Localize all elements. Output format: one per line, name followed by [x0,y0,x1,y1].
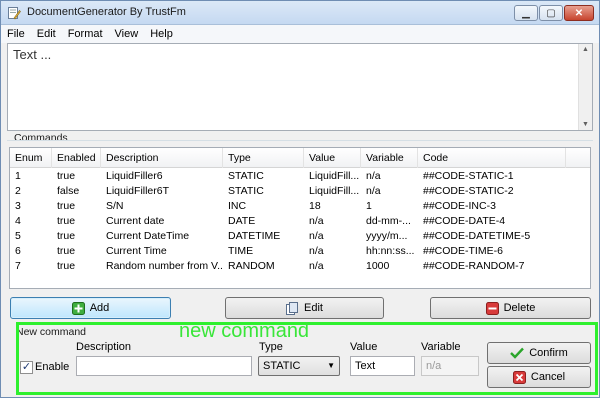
table-row[interactable]: 1 true LiquidFiller6 STATIC LiquidFill..… [10,169,590,184]
cell-code: ##CODE-DATE-4 [423,215,506,227]
table-header: Enum Enabled Description Type Value Vari… [10,148,590,168]
cell-enum: 5 [15,230,21,242]
annotation-caption: new command [179,320,310,342]
title-bar: DocumentGenerator By TrustFm ▁ ▢ ✕ [1,1,599,25]
menu-view[interactable]: View [109,28,145,40]
cell-code: ##CODE-RANDOM-7 [423,260,525,272]
cell-value: n/a [309,215,324,227]
cell-type: STATIC [228,185,264,197]
document-edit-icon [8,7,21,20]
delete-button[interactable]: Delete [430,297,591,319]
cell-enum: 4 [15,215,21,227]
cell-variable: 1000 [366,260,390,272]
cell-type: RANDOM [228,260,275,272]
app-window: DocumentGenerator By TrustFm ▁ ▢ ✕ File … [0,0,600,398]
table-row[interactable]: 5 true Current DateTime DATETIME n/a yyy… [10,229,590,244]
column-header-variable[interactable]: Variable [361,148,418,168]
add-button[interactable]: Add [10,297,171,319]
cell-type: INC [228,200,247,212]
commands-group-label: Commands [14,132,68,144]
scroll-up-arrow-icon[interactable]: ▲ [582,46,589,53]
cell-description: Current Time [106,245,167,257]
delete-icon [485,301,499,315]
edit-icon [286,301,299,315]
cell-variable: n/a [366,170,381,182]
cell-description: Current DateTime [106,230,190,242]
cell-value: LiquidFill... [309,185,360,197]
column-header-value[interactable]: Value [304,148,361,168]
cell-enum: 3 [15,200,21,212]
add-button-label: Add [89,302,110,314]
edit-button[interactable]: Edit [225,297,384,319]
cell-value: 18 [309,200,321,212]
cell-code: ##CODE-DATETIME-5 [423,230,531,242]
cell-enabled: true [57,200,76,212]
menu-file[interactable]: File [1,28,31,40]
cell-description: LiquidFiller6T [106,185,170,197]
cell-type: STATIC [228,170,264,182]
cell-enum: 2 [15,185,21,197]
cell-value: n/a [309,260,324,272]
add-icon [71,301,85,315]
column-header-enum[interactable]: Enum [10,148,52,168]
column-header-description[interactable]: Description [101,148,223,168]
cell-value: n/a [309,230,324,242]
cell-enum: 6 [15,245,21,257]
cell-variable: dd-mm-... [366,215,411,227]
table-row[interactable]: 6 true Current Time TIME n/a hh:nn:ss...… [10,244,590,259]
document-text: Text ... [13,47,52,62]
table-row[interactable]: 3 true S/N INC 18 1 ##CODE-INC-3 [10,199,590,214]
cell-code: ##CODE-STATIC-1 [423,170,514,182]
menu-bar: File Edit Format View Help [1,25,599,43]
cell-code: ##CODE-INC-3 [423,200,496,212]
column-header-type[interactable]: Type [223,148,304,168]
vertical-scrollbar[interactable]: ▲ ▼ [578,44,592,130]
commands-group-divider [7,140,593,141]
cell-description: Random number from V... [106,260,223,272]
cell-enabled: true [57,245,76,257]
window-title: DocumentGenerator By TrustFm [27,6,186,18]
close-button[interactable]: ✕ [564,5,594,21]
cell-description: LiquidFiller6 [106,170,163,182]
cell-enum: 1 [15,170,21,182]
cell-code: ##CODE-STATIC-2 [423,185,514,197]
delete-button-label: Delete [503,302,536,314]
cell-description: S/N [106,200,124,212]
maximize-button[interactable]: ▢ [539,5,563,21]
column-header-enabled[interactable]: Enabled [52,148,101,168]
column-header-code[interactable]: Code [418,148,566,168]
cell-variable: hh:nn:ss... [366,245,415,257]
cell-value: n/a [309,245,324,257]
cell-enabled: true [57,170,76,182]
cell-enabled: true [57,215,76,227]
cell-enabled: false [57,185,80,197]
table-row[interactable]: 7 true Random number from V... RANDOM n/… [10,259,590,274]
menu-help[interactable]: Help [144,28,179,40]
cell-type: DATE [228,215,256,227]
cell-type: TIME [228,245,254,257]
cell-enabled: true [57,260,76,272]
cell-description: Current date [106,215,165,227]
cell-enum: 7 [15,260,21,272]
edit-button-label: Edit [304,302,323,314]
minimize-button[interactable]: ▁ [514,5,538,21]
menu-format[interactable]: Format [62,28,109,40]
cell-variable: yyyy/m... [366,230,408,242]
document-text-area[interactable]: Text ... ▲ ▼ [7,43,593,131]
cell-enabled: true [57,230,76,242]
cell-code: ##CODE-TIME-6 [423,245,503,257]
cell-variable: 1 [366,200,372,212]
commands-table[interactable]: Enum Enabled Description Type Value Vari… [9,147,591,289]
menu-edit[interactable]: Edit [31,28,62,40]
cell-value: LiquidFill... [309,170,360,182]
table-row[interactable]: 2 false LiquidFiller6T STATIC LiquidFill… [10,184,590,199]
cell-variable: n/a [366,185,381,197]
table-row[interactable]: 4 true Current date DATE n/a dd-mm-... #… [10,214,590,229]
scroll-down-arrow-icon[interactable]: ▼ [582,121,589,128]
cell-type: DATETIME [228,230,281,242]
